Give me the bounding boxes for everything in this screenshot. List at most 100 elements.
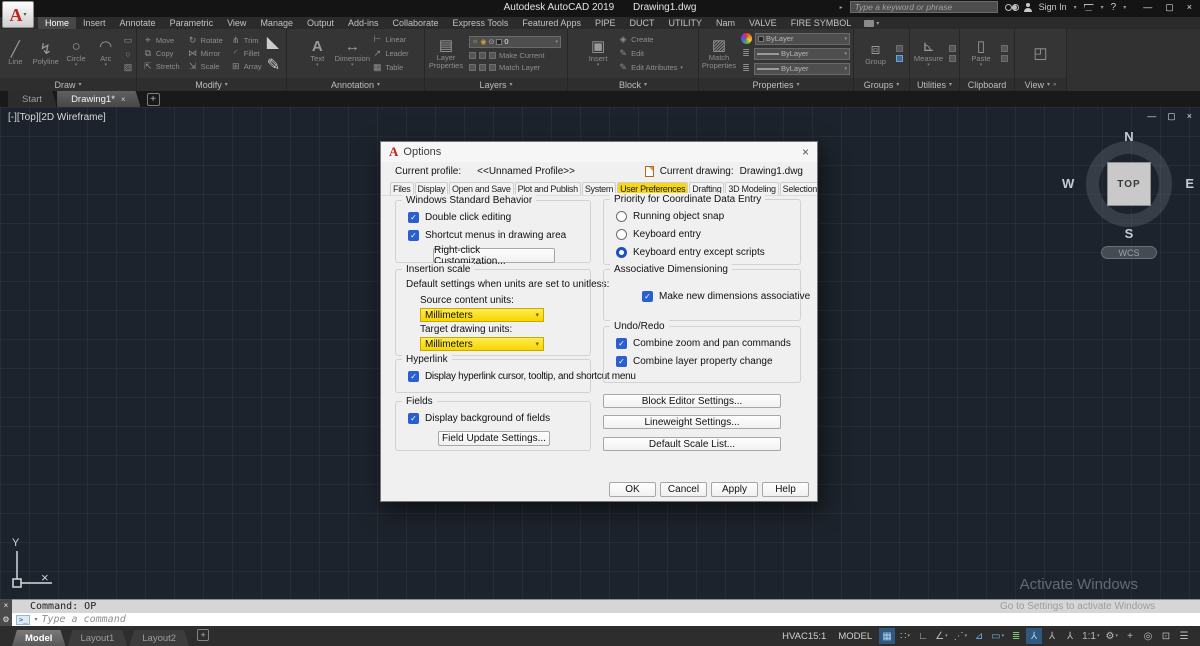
model-space-toggle[interactable]: MODEL xyxy=(833,631,877,642)
erase-icon[interactable]: ◣ xyxy=(267,32,279,52)
help-icon[interactable]: ? xyxy=(1111,2,1117,13)
tool-match-layer[interactable]: Match Layer xyxy=(469,63,540,72)
ribbon-tab-annotate[interactable]: Annotate xyxy=(113,17,163,29)
tool-paste[interactable]: ▯ Paste ▾ xyxy=(966,38,996,69)
doc-restore-button[interactable]: ▢ xyxy=(1167,111,1176,122)
command-close-icon[interactable]: × xyxy=(4,601,9,610)
help-chevron-icon[interactable]: ▾ xyxy=(1123,4,1126,11)
viewcube-north[interactable]: N xyxy=(1074,129,1184,144)
panel-label-modify[interactable]: Modify ▾ xyxy=(137,78,286,91)
new-tab-button[interactable]: + xyxy=(147,93,160,106)
recent-commands-chevron-icon[interactable]: ▾ xyxy=(34,616,37,623)
application-menu-button[interactable]: A ▾ xyxy=(2,1,34,28)
app-store-cart-icon[interactable] xyxy=(1084,4,1094,11)
tool-arc[interactable]: ◠ Arc ▾ xyxy=(93,38,118,69)
viewcube-west[interactable]: W xyxy=(1062,176,1074,191)
tool-dimension[interactable]: ↔ Dimension ▾ xyxy=(337,38,367,69)
cancel-button[interactable]: Cancel xyxy=(660,482,707,497)
polar-tracking-icon[interactable]: ∠▾ xyxy=(933,628,949,644)
rectangle-icon[interactable]: ▭ xyxy=(123,35,133,46)
layer-dropdown[interactable]: ☼ ◉ ⊙ 0 ▾ xyxy=(469,36,561,48)
layout-tab-layout2[interactable]: Layout2 xyxy=(129,630,189,646)
command-input[interactable] xyxy=(41,614,1200,625)
object-snap-icon[interactable]: ▭▾ xyxy=(989,628,1006,644)
checkbox-combine-zoom-pan[interactable]: ✓ Combine zoom and pan commands xyxy=(616,338,794,349)
command-customize-icon[interactable]: ⚙ xyxy=(2,615,9,624)
file-tab-start[interactable]: Start xyxy=(8,91,57,107)
tool-make-current[interactable]: Make Current xyxy=(469,51,544,60)
tool-mirror[interactable]: ⋈Mirror xyxy=(188,48,223,59)
panel-label-draw[interactable]: Draw ▾ xyxy=(0,78,136,91)
ortho-mode-icon[interactable]: ∟ xyxy=(915,628,931,644)
tool-match-properties[interactable]: ▨ Match Properties xyxy=(702,37,736,71)
annotation-visibility-icon[interactable]: ⅄ xyxy=(1026,628,1042,644)
tool-measure[interactable]: ⊾ Measure ▾ xyxy=(914,38,944,69)
tool-group[interactable]: ⧈ Group xyxy=(861,41,891,66)
sign-in-chevron-icon[interactable]: ▾ xyxy=(1074,4,1077,11)
tool-polyline[interactable]: ↯ Polyline xyxy=(33,41,59,66)
ellipse-icon[interactable]: ○ xyxy=(123,49,133,59)
cut-clip-icon[interactable] xyxy=(1001,55,1008,62)
panel-label-layers[interactable]: Layers ▾ xyxy=(425,78,567,91)
isolate-objects-icon[interactable]: ◎ xyxy=(1140,628,1156,644)
ribbon-tab-output[interactable]: Output xyxy=(300,17,341,29)
tab-selection[interactable]: Selection xyxy=(780,182,817,195)
source-units-dropdown[interactable]: Millimeters ▾ xyxy=(420,308,544,322)
checkbox-shortcut-menus[interactable]: ✓ Shortcut menus in drawing area xyxy=(408,230,584,241)
hvac-scale-indicator[interactable]: HVAC15:1 xyxy=(777,631,831,642)
tool-scale[interactable]: ⇲Scale xyxy=(188,61,223,72)
wcs-menu[interactable]: WCS xyxy=(1101,246,1157,259)
quick-calc-icon[interactable] xyxy=(949,55,956,62)
ribbon-tab-nam[interactable]: Nam xyxy=(709,17,742,29)
sign-in-button[interactable]: Sign In xyxy=(1039,2,1067,12)
tool-create-block[interactable]: ◈Create xyxy=(618,34,654,45)
radio-keyboard-entry[interactable]: Keyboard entry xyxy=(616,229,794,240)
ribbon-tab-parametric[interactable]: Parametric xyxy=(163,17,221,29)
lineweight-display-icon[interactable]: ≣ xyxy=(1008,628,1024,644)
dialog-title-bar[interactable]: A Options × xyxy=(381,142,817,162)
radio-running-object-snap[interactable]: Running object snap xyxy=(616,211,794,222)
file-tab-drawing1[interactable]: Drawing1* × xyxy=(57,91,141,107)
panel-label-utilities[interactable]: Utilities ▾ xyxy=(910,78,959,91)
panel-label-groups[interactable]: Groups ▾ xyxy=(854,78,909,91)
panel-label-block[interactable]: Block ▾ xyxy=(568,78,698,91)
ribbon-tab-home[interactable]: Home xyxy=(38,17,76,29)
current-scale-indicator[interactable]: 1:1▾ xyxy=(1080,628,1101,644)
doc-close-button[interactable]: × xyxy=(1187,111,1192,122)
window-restore-button[interactable]: ▢ xyxy=(1165,2,1174,13)
close-tab-icon[interactable]: × xyxy=(121,95,126,104)
help-button[interactable]: Help xyxy=(762,482,809,497)
ribbon-tab-collaborate[interactable]: Collaborate xyxy=(386,17,446,29)
checkbox-double-click-editing[interactable]: ✓ Double click editing xyxy=(408,212,584,223)
isodraft-icon[interactable]: ⋰▾ xyxy=(952,628,970,644)
ok-button[interactable]: OK xyxy=(609,482,656,497)
tool-layer-properties[interactable]: ▤ Layer Properties xyxy=(428,37,464,71)
tool-insert[interactable]: ▣ Insert ▾ xyxy=(583,38,613,69)
ribbon-tab-insert[interactable]: Insert xyxy=(76,17,113,29)
lineweight-dropdown[interactable]: ByLayer ▾ xyxy=(754,48,850,60)
panel-label-clipboard[interactable]: Clipboard xyxy=(960,78,1014,91)
ribbon-tab-utility[interactable]: UTILITY xyxy=(661,17,709,29)
viewport-controls[interactable]: [-][Top][2D Wireframe] xyxy=(8,112,106,123)
default-scale-list-button[interactable]: Default Scale List... xyxy=(603,437,781,451)
color-wheel-icon[interactable] xyxy=(741,33,752,44)
tool-line[interactable]: ╱ Line xyxy=(3,41,28,66)
tool-edit-block[interactable]: ✎Edit xyxy=(618,48,644,59)
grid-toggle-icon[interactable]: ▦ xyxy=(879,628,895,644)
new-layout-button[interactable]: + xyxy=(197,629,209,641)
panel-label-view[interactable]: View ▾ » xyxy=(1015,78,1066,91)
checkbox-field-background[interactable]: ✓ Display background of fields xyxy=(408,413,584,424)
ungroup-icon[interactable] xyxy=(896,45,903,52)
panel-label-properties[interactable]: Properties ▾ xyxy=(699,78,853,91)
ribbon-display-options[interactable]: ▾ xyxy=(858,17,885,29)
view-cube[interactable]: N W E S TOP WCS xyxy=(1074,129,1184,259)
tool-rotate[interactable]: ↻Rotate xyxy=(188,35,223,46)
ribbon-tab-view[interactable]: View xyxy=(220,17,253,29)
layout-tab-model[interactable]: Model xyxy=(12,630,65,646)
layout-tab-layout1[interactable]: Layout1 xyxy=(67,630,127,646)
autodesk-app-chevron-icon[interactable]: ▾ xyxy=(1101,4,1104,11)
ribbon-tab-fire-symbol[interactable]: FIRE SYMBOL xyxy=(784,17,859,29)
ribbon-tab-express-tools[interactable]: Express Tools xyxy=(446,17,516,29)
checkbox-associative-dimensions[interactable]: ✓ Make new dimensions associative xyxy=(642,291,794,302)
apply-button[interactable]: Apply xyxy=(711,482,758,497)
